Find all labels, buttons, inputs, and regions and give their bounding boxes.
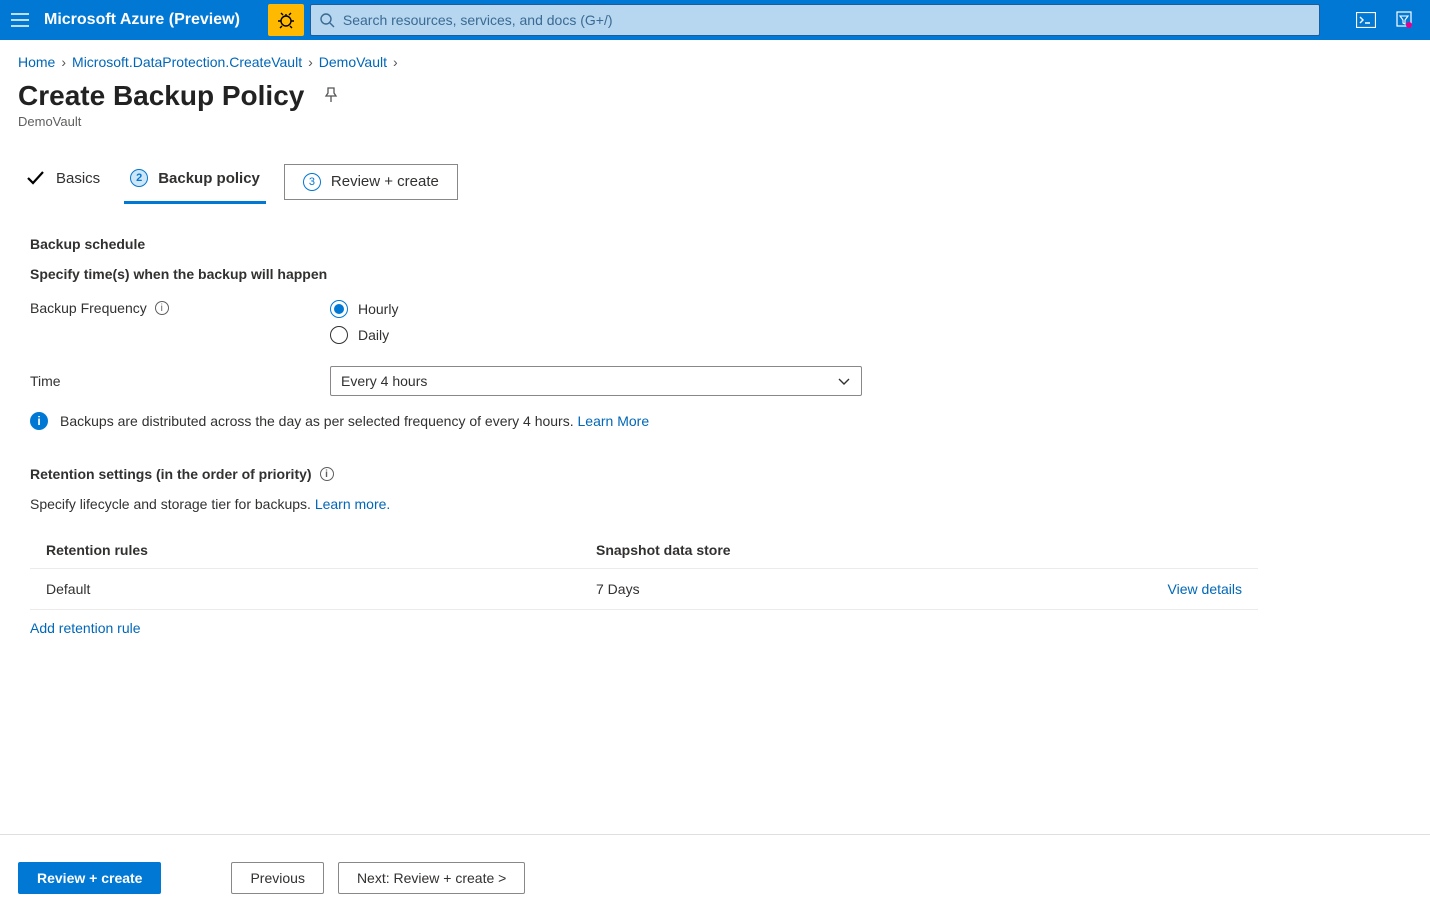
tab-review-label: Review + create <box>331 173 439 190</box>
feedback-button[interactable] <box>268 4 304 36</box>
time-row: Time Every 4 hours <box>30 366 1400 396</box>
retention-learn-more-link[interactable]: Learn more. <box>315 496 390 512</box>
col-rules: Retention rules <box>30 532 580 569</box>
frequency-label-text: Backup Frequency <box>30 300 147 316</box>
info-text: Backups are distributed across the day a… <box>60 413 574 429</box>
radio-hourly[interactable]: Hourly <box>330 300 398 318</box>
wizard-tabs: Basics 2 Backup policy 3 Review + create <box>0 143 1430 206</box>
cloud-shell-button[interactable] <box>1354 8 1378 32</box>
chevron-right-icon: › <box>393 54 398 70</box>
time-label: Time <box>30 373 330 389</box>
terminal-icon <box>1356 12 1376 28</box>
next-button[interactable]: Next: Review + create > <box>338 862 525 894</box>
chevron-right-icon: › <box>61 54 66 70</box>
retention-heading: Retention settings (in the order of prio… <box>30 466 1400 482</box>
frequency-label: Backup Frequency i <box>30 300 330 316</box>
breadcrumb-home[interactable]: Home <box>18 54 55 70</box>
review-create-button[interactable]: Review + create <box>18 862 161 894</box>
info-learn-more-link[interactable]: Learn More <box>578 413 650 429</box>
bug-icon <box>276 10 296 30</box>
info-icon[interactable]: i <box>320 467 334 481</box>
top-right-icons <box>1340 8 1430 32</box>
form-content: Backup schedule Specify time(s) when the… <box>0 206 1430 636</box>
view-details-link[interactable]: View details <box>1168 581 1242 597</box>
radio-icon <box>330 300 348 318</box>
search-input[interactable] <box>343 12 1311 28</box>
rule-snapshot: 7 Days <box>580 569 1098 610</box>
tab-basics-label: Basics <box>56 170 100 187</box>
retention-sub: Specify lifecycle and storage tier for b… <box>30 496 1400 512</box>
pin-icon <box>322 86 340 104</box>
info-icon: i <box>30 412 48 430</box>
col-snapshot: Snapshot data store <box>580 532 1098 569</box>
rule-name: Default <box>30 569 580 610</box>
frequency-row: Backup Frequency i Hourly Daily <box>30 300 1400 344</box>
info-icon[interactable]: i <box>155 301 169 315</box>
schedule-heading: Backup schedule <box>30 236 1400 252</box>
time-select-value: Every 4 hours <box>341 373 427 389</box>
pin-button[interactable] <box>322 86 342 106</box>
tab-basics[interactable]: Basics <box>18 157 106 206</box>
feedback-icon-button[interactable] <box>1392 8 1416 32</box>
filter-funnel-icon <box>1395 11 1413 29</box>
time-select[interactable]: Every 4 hours <box>330 366 862 396</box>
table-row: Default 7 Days View details <box>30 569 1258 610</box>
tab-backup-policy[interactable]: 2 Backup policy <box>124 159 266 204</box>
tab-policy-label: Backup policy <box>158 170 260 187</box>
radio-daily[interactable]: Daily <box>330 326 398 344</box>
step-badge-2: 2 <box>130 169 148 187</box>
search-box[interactable] <box>310 4 1320 36</box>
page-title: Create Backup Policy <box>18 80 304 112</box>
chevron-right-icon: › <box>308 54 313 70</box>
top-bar: Microsoft Azure (Preview) <box>0 0 1430 40</box>
retention-table: Retention rules Snapshot data store Defa… <box>30 532 1258 610</box>
breadcrumb-demovault[interactable]: DemoVault <box>319 54 387 70</box>
breadcrumb-createvault[interactable]: Microsoft.DataProtection.CreateVault <box>72 54 302 70</box>
radio-daily-label: Daily <box>358 327 389 343</box>
brand-label: Microsoft Azure (Preview) <box>40 11 268 29</box>
menu-toggle-button[interactable] <box>0 0 40 40</box>
radio-hourly-label: Hourly <box>358 301 398 317</box>
info-banner: i Backups are distributed across the day… <box>30 412 1400 430</box>
frequency-radio-group: Hourly Daily <box>330 300 398 344</box>
schedule-subheading: Specify time(s) when the backup will hap… <box>30 266 1400 282</box>
tab-review-create[interactable]: 3 Review + create <box>284 164 458 200</box>
retention-sub-text: Specify lifecycle and storage tier for b… <box>30 496 311 512</box>
add-retention-rule-link[interactable]: Add retention rule <box>30 620 141 636</box>
hamburger-icon <box>11 13 29 27</box>
wizard-footer: Review + create Previous Next: Review + … <box>0 834 1430 920</box>
previous-button[interactable]: Previous <box>231 862 323 894</box>
search-icon <box>319 12 335 28</box>
page-subtitle: DemoVault <box>0 114 1430 143</box>
retention-heading-text: Retention settings (in the order of prio… <box>30 466 312 482</box>
title-row: Create Backup Policy <box>0 76 1430 114</box>
breadcrumb: Home › Microsoft.DataProtection.CreateVa… <box>0 40 1430 76</box>
radio-icon <box>330 326 348 344</box>
check-icon <box>24 167 46 189</box>
footer-nav: Previous Next: Review + create > <box>231 862 525 894</box>
chevron-down-icon <box>837 374 851 388</box>
step-badge-3: 3 <box>303 173 321 191</box>
